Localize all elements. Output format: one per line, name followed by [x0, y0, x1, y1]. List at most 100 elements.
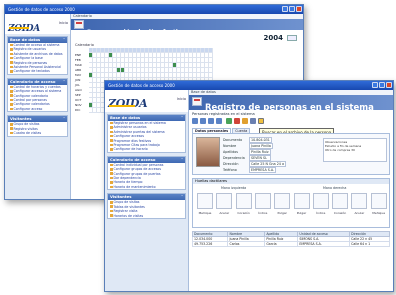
left-hand-label: Mano izquierda — [221, 186, 247, 190]
chevron-up-icon[interactable]: ˄ — [63, 116, 65, 122]
next-record-icon[interactable] — [208, 118, 214, 124]
sidebar-panel: Visitantes ˄ Grupo de visitas Tablas de vis… — [107, 193, 186, 219]
finger-label: Pulgar — [277, 211, 287, 215]
finger-label: Meñique — [198, 211, 212, 215]
home-link[interactable]: Inicio — [177, 97, 186, 101]
fingerprint-slot[interactable] — [274, 193, 291, 209]
sidebar-item[interactable]: Configurar acceso — [8, 107, 67, 111]
form-field: Teléfono EMPRESA S.A. — [223, 167, 277, 173]
minimize-button[interactable] — [372, 82, 378, 88]
close-button[interactable] — [386, 82, 392, 88]
field-label: Dependencia — [223, 156, 245, 160]
sidebar-panel: Base de datos ˄ Control de acceso al siste… — [7, 36, 68, 75]
table-cell: Calle 64 n 1 — [349, 241, 390, 247]
finger-label: Anular — [219, 211, 230, 215]
fingerprint-slot[interactable] — [370, 193, 387, 209]
fingerprint-slot[interactable] — [197, 193, 213, 209]
chevron-up-icon[interactable]: ˄ — [181, 157, 183, 163]
subheader: Personas registradas en el sistema — [192, 112, 255, 116]
chevron-up-icon[interactable]: ˄ — [181, 115, 183, 121]
front-sidebar: ZOIDA Inicio Base de datos ˄ Registrar pers… — [105, 90, 189, 291]
chevron-up-icon[interactable]: ˄ — [63, 37, 65, 43]
observations-box[interactable]: Observaciones Estudio a fin de semana Otro… — [323, 138, 387, 162]
last-record-icon[interactable] — [216, 118, 222, 124]
chevron-up-icon[interactable]: ˄ — [63, 79, 65, 85]
table-cell: EMPRESA S.A. — [297, 241, 351, 247]
close-button[interactable] — [296, 6, 302, 12]
field-label: Apellidos — [223, 150, 238, 154]
edit-icon[interactable] — [242, 118, 248, 124]
fingerprint-section: Huellas dactilares Mano izquierda Mano d… — [192, 178, 390, 228]
panel-header[interactable]: Visitantes ˄ — [8, 116, 67, 123]
finger-label: Meñique — [372, 211, 386, 215]
panel-header[interactable]: Base de datos ˄ — [108, 115, 185, 121]
fingerprint-slot[interactable] — [312, 193, 329, 209]
panel-header[interactable]: Base de datos ˄ — [8, 37, 67, 43]
field-input[interactable]: EMPRESA S.A. — [249, 167, 277, 173]
panel-header[interactable]: Calendario de acceso ˄ — [8, 78, 67, 85]
sidebar-item[interactable]: Configurar de horario — [108, 147, 185, 151]
field-label: Teléfono — [223, 168, 237, 172]
table-row[interactable]: 49.753.226 Carlos García EMPRESA S.A. Calle … — [191, 241, 390, 247]
calendar-label: Calendario — [75, 43, 94, 47]
fingerprint-slot[interactable] — [216, 193, 233, 209]
field-label: Dirección — [223, 162, 239, 166]
right-hand-label: Mano derecha — [323, 186, 347, 190]
home-link[interactable]: Inicio — [59, 21, 68, 25]
fingerprint-slot[interactable] — [293, 193, 310, 209]
logo-text: ZOIDA — [108, 97, 148, 110]
table-cell: 49.753.226 — [191, 241, 229, 247]
sidebar-panel: Calendario de acceso ˄ Control individual … — [107, 155, 186, 191]
sidebar-item[interactable]: Horario de mantenimiento — [108, 185, 185, 189]
front-window-title: Gestión de datos de acceso 2000 — [108, 83, 175, 88]
sidebar-item[interactable]: Horarios de visitas — [108, 214, 185, 218]
year-label: 2004 — [263, 34, 283, 42]
maximize-button[interactable] — [289, 6, 295, 12]
prev-record-icon[interactable] — [200, 118, 206, 124]
save-icon[interactable] — [250, 118, 256, 124]
chevron-up-icon[interactable]: ˄ — [181, 194, 183, 200]
back-window-title: Gestión de datos de acceso 2000 — [8, 7, 75, 12]
panel-header[interactable]: Visitantes ˄ — [108, 194, 185, 201]
delete-icon[interactable] — [234, 118, 240, 124]
month-label: DIC — [75, 108, 81, 112]
fingerprint-slot[interactable] — [351, 193, 368, 209]
sidebar-item[interactable]: Configurar de teclados — [8, 69, 67, 73]
table-cell: García — [264, 241, 299, 247]
field-label: Nombre — [223, 144, 237, 148]
minimize-button[interactable] — [282, 6, 288, 12]
back-sidebar: ZOIDA Inicio Base de datos ˄ Control de acc… — [5, 14, 71, 199]
finger-label: Pulgar — [296, 211, 307, 215]
finger-label: Anular — [354, 211, 365, 215]
sidebar-item[interactable]: Configurar accesos al sistema — [8, 89, 67, 93]
fingerprint-header: Huellas dactilares — [193, 179, 389, 184]
fingerprint-slot[interactable] — [254, 193, 271, 209]
people-table: Documento Nombre Apellido Unidad de acceso D… — [191, 231, 390, 247]
finger-label: Corazón — [237, 211, 250, 215]
people-icon — [192, 97, 202, 106]
finger-label: Corazón — [333, 211, 347, 215]
front-window-titlebar[interactable]: Gestión de datos de acceso 2000 — [105, 81, 393, 90]
front-logo: ZOIDA Inicio — [105, 90, 188, 112]
observation-line: Otro de compras 30 — [325, 148, 355, 152]
page-title: Programación de días festivos — [87, 29, 190, 36]
fingerprint-slot[interactable] — [332, 193, 349, 209]
panel-header[interactable]: Calendario de acceso ˄ — [108, 156, 185, 163]
first-record-icon[interactable] — [192, 118, 198, 124]
finger-label: Índice — [316, 211, 326, 215]
search-icon[interactable] — [258, 118, 264, 124]
add-icon[interactable] — [226, 118, 232, 124]
maximize-button[interactable] — [379, 82, 385, 88]
table-cell: Carlos — [227, 241, 266, 247]
back-logo: ZOIDA Inicio — [5, 14, 70, 34]
logo-text: ZOIDA — [8, 24, 40, 34]
sidebar-item[interactable]: Cuadro de visitas — [8, 131, 67, 135]
fingerprint-slot[interactable] — [235, 193, 252, 209]
sidebar-panel: Visitantes ˄ Grupo de visitas Registro visi… — [7, 115, 68, 137]
back-window-titlebar[interactable]: Gestión de datos de acceso 2000 — [5, 5, 303, 14]
year-arrows[interactable] — [287, 35, 297, 41]
field-label: Documento — [223, 138, 243, 142]
page-banner: Registro de personas en el sistema — [189, 95, 393, 113]
sidebar-panel: Calendario de acceso ˄ Control de horarios… — [7, 77, 68, 113]
page-banner: Programación de días festivos — [71, 19, 303, 36]
